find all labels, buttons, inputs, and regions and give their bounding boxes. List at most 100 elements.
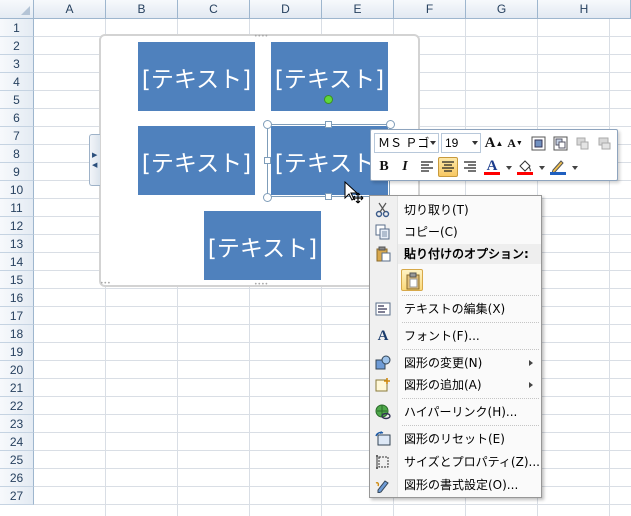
row-header-8[interactable]: 8 [0,145,34,163]
collapse-arrow-icon: ◀ [92,161,98,169]
row-header-10[interactable]: 10 [0,181,34,199]
column-header-e[interactable]: E [322,0,394,19]
row-header-6[interactable]: 6 [0,109,34,127]
row-header-3[interactable]: 3 [0,55,34,73]
paint-bucket-icon [517,160,533,175]
grow-font-button[interactable]: A ▲ [484,133,504,153]
row-header-12[interactable]: 12 [0,217,34,235]
resize-handle-ne[interactable] [386,120,395,129]
align-left-icon [421,161,433,172]
font-name-combo[interactable]: ＭＳ Ｐゴ [374,133,439,153]
font-icon: A [377,328,389,344]
menu-item-label: テキストの編集(X) [404,302,506,316]
add-shape-icon [375,378,390,392]
row-header-27[interactable]: 27 [0,487,34,505]
menu-item-hyperlink[interactable]: ハイパーリンク(H)... [370,401,541,423]
row-header-5[interactable]: 5 [0,91,34,109]
menu-item-cut[interactable]: 切り取り(T) [370,199,541,221]
smartart-shape-5[interactable]: [テキスト] [204,211,321,280]
submenu-arrow-icon [529,360,533,366]
font-color-button[interactable]: A [482,156,502,176]
align-disabled-button[interactable] [594,133,614,153]
row-header-15[interactable]: 15 [0,271,34,289]
row-header-17[interactable]: 17 [0,307,34,325]
frame-top-grip[interactable]: •••• [254,34,268,40]
row-header-23[interactable]: 23 [0,415,34,433]
bring-forward-icon [531,136,545,150]
column-header-f[interactable]: F [394,0,466,19]
row-header-1[interactable]: 1 [0,19,34,37]
chevron-down-icon[interactable] [572,166,578,170]
frame-bottom-grip[interactable]: •••• [254,282,268,288]
row-header-7[interactable]: 7 [0,127,34,145]
column-header-c[interactable]: C [178,0,250,19]
menu-separator [402,398,539,399]
column-header-g[interactable]: G [466,0,538,19]
menu-item-format-shape[interactable]: 図形の書式設定(O)... [370,474,541,496]
font-color-swatch [484,172,500,175]
align-left-button[interactable] [417,157,437,177]
resize-handle-s[interactable] [325,193,332,200]
menu-separator [402,425,539,426]
row-header-18[interactable]: 18 [0,325,34,343]
row-header-9[interactable]: 9 [0,163,34,181]
format-shape-icon [375,480,389,493]
menu-item-copy[interactable]: コピー(C) [370,221,541,243]
text-pane-toggle[interactable]: ▶ ◀ [89,134,100,186]
chevron-down-icon[interactable] [506,166,512,170]
menu-item-font[interactable]: A フォント(F)... [370,325,541,347]
menu-separator [402,349,539,350]
select-all-corner[interactable] [0,0,34,19]
menu-separator [402,322,539,323]
send-backward-button[interactable] [550,133,570,153]
row-header-22[interactable]: 22 [0,397,34,415]
bring-forward-button[interactable] [528,133,548,153]
row-header-14[interactable]: 14 [0,253,34,271]
align-right-button[interactable] [460,157,480,177]
align-center-icon [442,161,454,172]
frame-corner-grip-bl[interactable]: ••• [100,281,111,287]
menu-item-reset-shape[interactable]: 図形のリセット(E) [370,428,541,450]
italic-button[interactable]: I [395,157,415,177]
group-disabled-button[interactable] [572,133,592,153]
submenu-arrow-icon [529,382,533,388]
row-header-4[interactable]: 4 [0,73,34,91]
reset-shape-icon [375,431,391,446]
column-header-a[interactable]: A [34,0,106,19]
row-header-21[interactable]: 21 [0,379,34,397]
bold-button[interactable]: B [374,157,394,177]
row-header-16[interactable]: 16 [0,289,34,307]
resize-handle-w[interactable] [264,157,271,164]
row-header-11[interactable]: 11 [0,199,34,217]
paste-option-button[interactable] [401,269,423,291]
resize-handle-n[interactable] [325,121,332,128]
menu-item-edit-text[interactable]: テキストの編集(X) [370,298,541,320]
row-header-24[interactable]: 24 [0,433,34,451]
row-header-20[interactable]: 20 [0,361,34,379]
row-header-26[interactable]: 26 [0,469,34,487]
resize-handle-sw[interactable] [263,193,272,202]
chevron-down-icon[interactable] [539,166,545,170]
smartart-shape-3[interactable]: [テキスト] [138,126,255,195]
row-header-19[interactable]: 19 [0,343,34,361]
column-header-h[interactable]: H [538,0,631,19]
align-center-button[interactable] [438,157,458,177]
menu-item-label: ハイパーリンク(H)... [404,405,518,419]
menu-item-size-properties[interactable]: サイズとプロパティ(Z)... [370,451,541,473]
smartart-shape-1[interactable]: [テキスト] [138,42,255,111]
resize-handle-nw[interactable] [263,120,272,129]
row-header-25[interactable]: 25 [0,451,34,469]
font-name-value: ＭＳ Ｐゴ [378,136,430,150]
column-header-b[interactable]: B [106,0,178,19]
row-header-13[interactable]: 13 [0,235,34,253]
font-size-combo[interactable]: 19 [441,133,481,153]
outline-color-button[interactable] [548,157,568,177]
shrink-font-button[interactable]: A ▼ [505,133,525,153]
row-header-2[interactable]: 2 [0,37,34,55]
menu-item-change-shape[interactable]: 図形の変更(N) [370,352,541,374]
align-objects-icon [598,137,610,149]
menu-item-add-shape[interactable]: 図形の追加(A) [370,374,541,396]
column-header-d[interactable]: D [250,0,322,19]
rotation-handle[interactable] [324,95,333,104]
fill-color-button[interactable] [515,157,535,177]
